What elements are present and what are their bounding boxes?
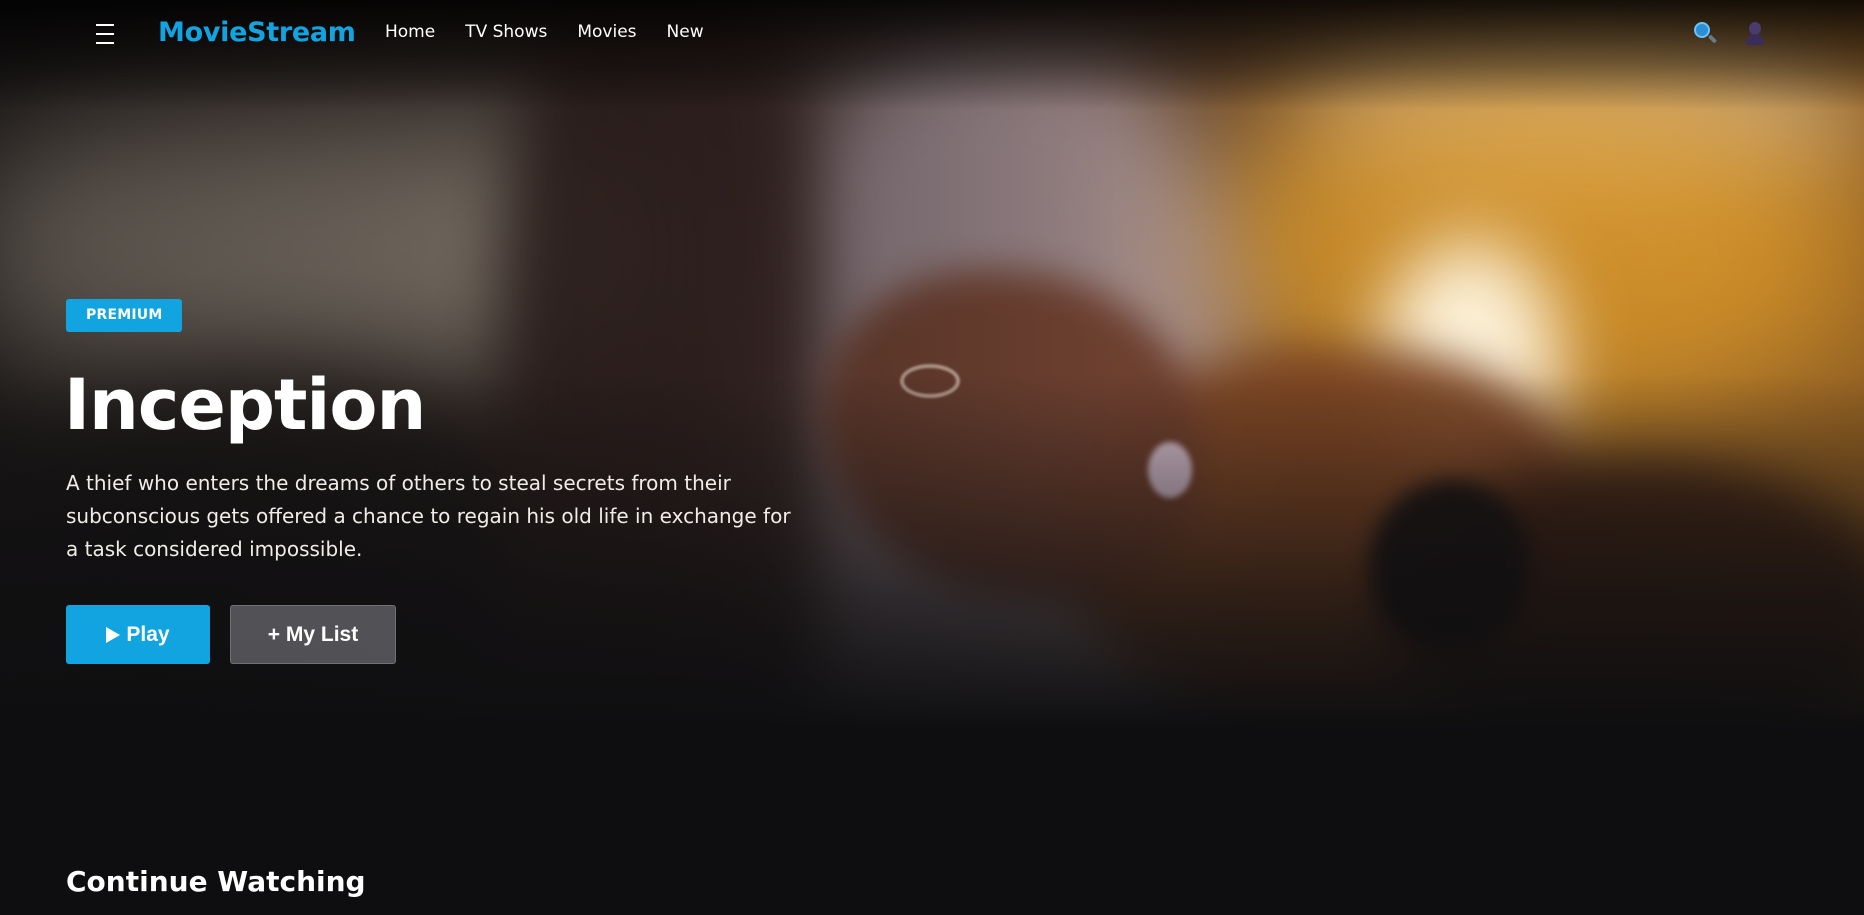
nav-link-home[interactable]: Home [385,22,435,42]
nav-actions [1692,20,1768,46]
menu-icon[interactable] [96,22,118,44]
hero-title: Inception [64,364,426,446]
search-icon[interactable] [1692,20,1718,46]
play-button[interactable]: Play [66,605,210,664]
user-icon[interactable] [1742,20,1768,46]
continue-watching-heading: Continue Watching [66,865,366,898]
nav-link-movies[interactable]: Movies [577,22,636,42]
play-icon [106,626,121,643]
logo[interactable]: MovieStream [158,17,356,48]
my-list-button-label: + My List [267,622,359,646]
premium-badge: PREMIUM [66,299,183,332]
hero-description: A thief who enters the dreams of others … [66,471,791,561]
movie-stream-page: MovieStream Home TV Shows Movies New PRE… [0,0,1864,915]
play-button-label: Play [126,622,170,646]
nav-link-new[interactable]: New [667,22,704,42]
nav-links: Home TV Shows Movies New [385,22,704,42]
top-navigation: MovieStream Home TV Shows Movies New [0,0,1864,68]
nav-link-tv-shows[interactable]: TV Shows [465,22,547,42]
my-list-button[interactable]: + My List [230,605,396,664]
